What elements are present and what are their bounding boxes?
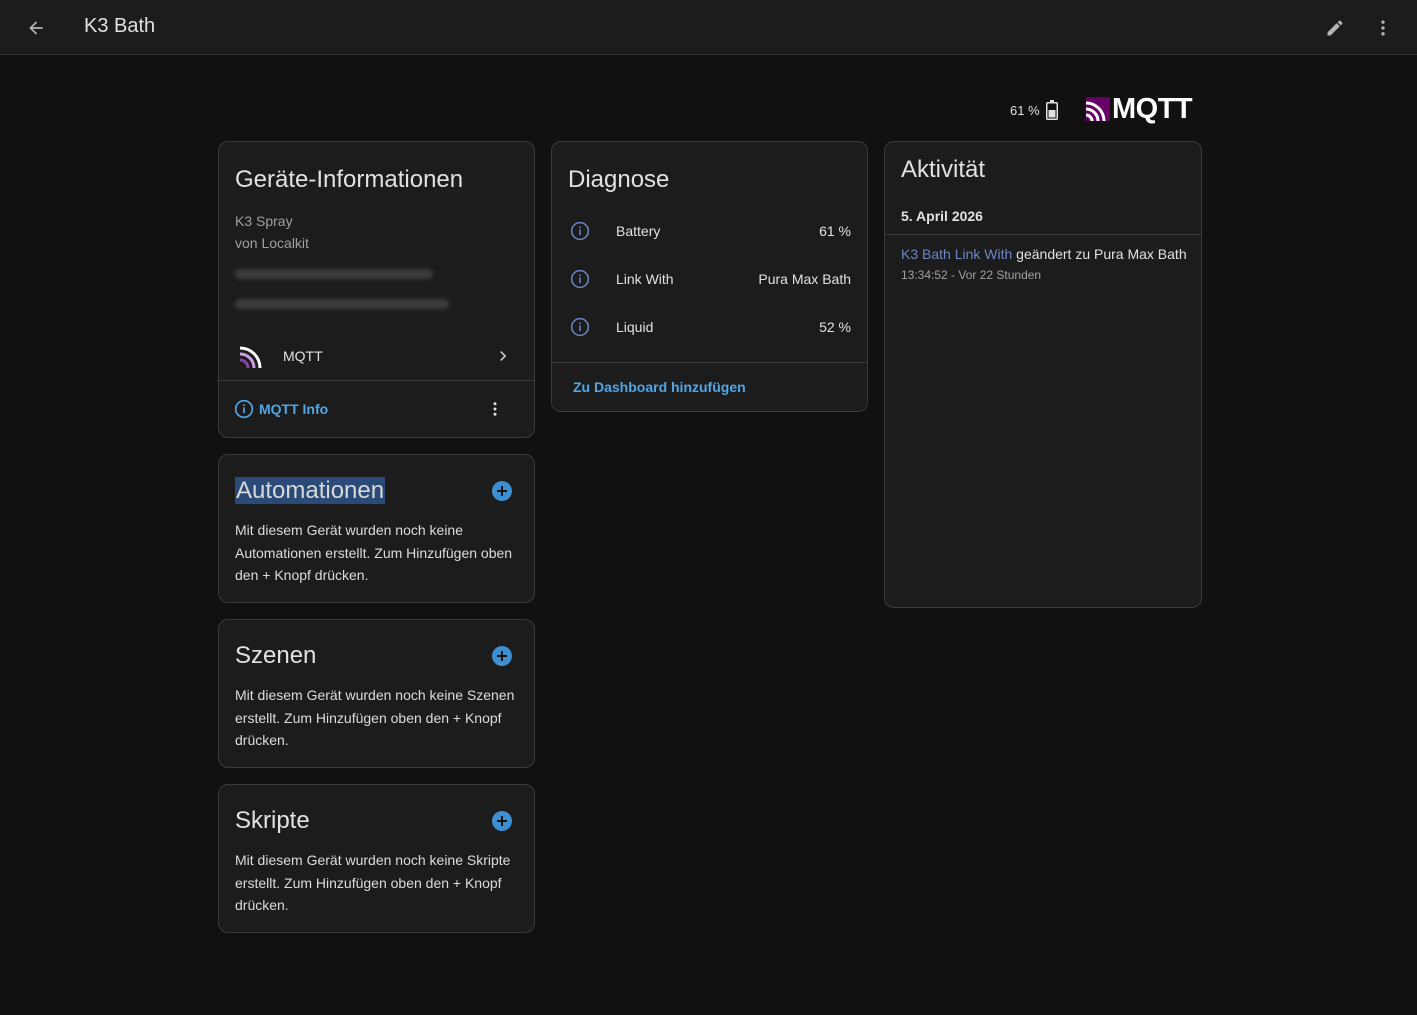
firmware-redacted <box>235 269 433 279</box>
device-info-title: Geräte-Informationen <box>235 166 464 193</box>
diagnose-title: Diagnose <box>568 166 670 193</box>
diag-value: Pura Max Bath <box>758 271 851 287</box>
scenes-title: Szenen <box>235 642 317 669</box>
integration-label: MQTT <box>283 348 323 364</box>
device-info-card: Geräte-Informationen K3 Spray von Localk… <box>218 141 535 438</box>
automations-card: Automationen Mit diesem Gerät wurden noc… <box>218 454 535 603</box>
diag-label: Battery <box>616 223 661 239</box>
dots-vertical-icon <box>1381 20 1385 36</box>
diag-label: Liquid <box>616 319 654 335</box>
page-title: K3 Bath <box>84 15 156 37</box>
mqtt-info-label: MQTT Info <box>259 401 329 417</box>
more-options-button[interactable] <box>1369 14 1397 42</box>
device-battery-status: 61 % <box>1010 94 1058 126</box>
add-automation-button[interactable] <box>492 481 512 501</box>
device-manufacturer: von Localkit <box>235 235 309 251</box>
battery-icon <box>1045 100 1058 120</box>
diagnose-card: Diagnose Battery 61 % Link With Pura Max… <box>551 141 868 412</box>
divider <box>552 362 867 363</box>
back-button[interactable] <box>22 14 50 42</box>
diag-row-link-with[interactable]: Link With Pura Max Bath <box>552 255 867 303</box>
info-circle-icon <box>570 317 590 337</box>
activity-time: 13:34:52 - Vor 22 Stunden <box>901 268 1042 282</box>
mqtt-integration-icon <box>237 343 265 369</box>
info-circle-icon <box>570 269 590 289</box>
integration-row-mqtt[interactable]: MQTT <box>219 331 534 381</box>
activity-entity-link[interactable]: K3 Bath Link With <box>901 246 1012 262</box>
diag-row-liquid[interactable]: Liquid 52 % <box>552 303 867 351</box>
device-card-menu-button[interactable] <box>485 398 505 420</box>
diag-value: 61 % <box>819 223 851 239</box>
scenes-description: Mit diesem Gerät wurden noch keine Szene… <box>235 687 515 748</box>
diag-label: Link With <box>616 271 674 287</box>
scripts-title: Skripte <box>235 807 310 834</box>
add-to-dashboard-button[interactable]: Zu Dashboard hinzufügen <box>573 379 746 395</box>
activity-date: 5. April 2026 <box>901 208 983 224</box>
mqtt-logo-icon <box>1086 97 1110 121</box>
edit-button[interactable] <box>1321 14 1349 42</box>
diag-row-battery[interactable]: Battery 61 % <box>552 207 867 255</box>
device-model: K3 Spray <box>235 213 293 229</box>
automations-title: Automationen <box>235 477 386 504</box>
add-scene-button[interactable] <box>492 646 512 666</box>
automations-description: Mit diesem Gerät wurden noch keine Autom… <box>235 522 513 583</box>
scripts-card: Skripte Mit diesem Gerät wurden noch kei… <box>218 784 535 933</box>
scripts-description: Mit diesem Gerät wurden noch keine Skrip… <box>235 852 511 913</box>
top-app-bar: K3 Bath <box>0 0 1417 55</box>
activity-entry: K3 Bath Link With geändert zu Pura Max B… <box>901 246 1187 262</box>
add-script-button[interactable] <box>492 811 512 831</box>
chevron-right-icon <box>500 351 507 361</box>
mqtt-info-link[interactable]: MQTT Info <box>234 399 328 419</box>
divider <box>885 234 1201 235</box>
activity-change: geändert zu Pura Max Bath <box>1012 246 1187 262</box>
mqtt-brand-logo: MQTT <box>1086 92 1193 125</box>
info-circle-icon <box>570 221 590 241</box>
activity-card: Aktivität 5. April 2026 K3 Bath Link Wit… <box>884 141 1202 608</box>
activity-title: Aktivität <box>901 156 986 183</box>
scenes-card: Szenen Mit diesem Gerät wurden noch kein… <box>218 619 535 768</box>
brand-name: MQTT <box>1112 92 1193 125</box>
serial-redacted <box>235 299 449 309</box>
battery-value: 61 % <box>1010 102 1040 118</box>
dots-vertical-icon <box>493 402 497 416</box>
diag-value: 52 % <box>819 319 851 335</box>
pencil-icon <box>1327 20 1343 36</box>
info-circle-icon <box>234 399 254 419</box>
arrow-left-icon <box>29 21 43 35</box>
